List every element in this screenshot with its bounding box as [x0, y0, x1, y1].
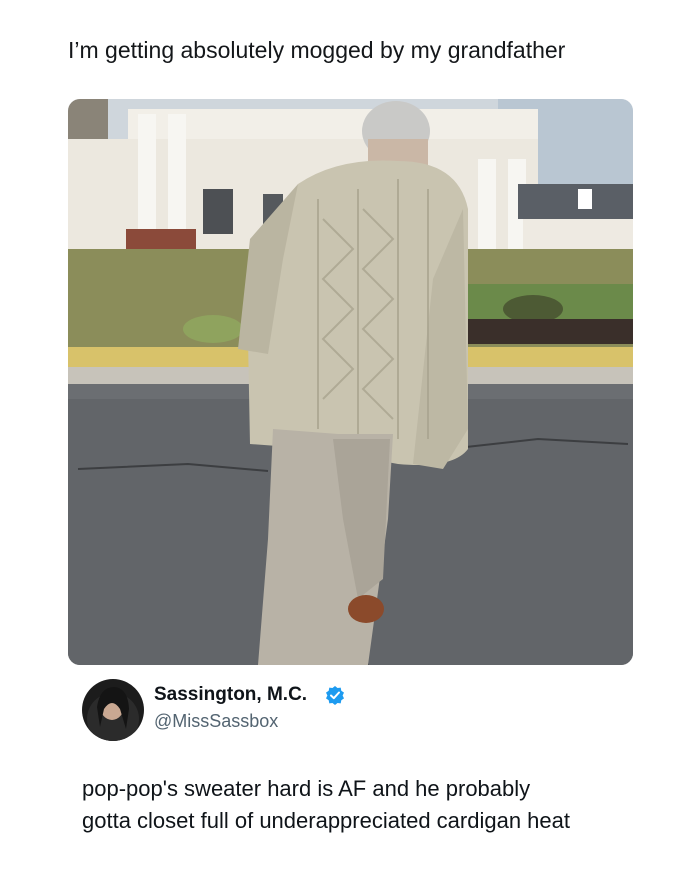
post-headline: I’m getting absolutely mogged by my gran… [68, 37, 566, 63]
photo-image [68, 99, 633, 665]
author-avatar[interactable] [82, 679, 144, 741]
tweet-text-line-1: pop-pop's sweater hard is AF and he prob… [82, 776, 531, 801]
post-photo[interactable] [68, 99, 633, 665]
author-handle[interactable]: @MissSassbox [154, 711, 278, 732]
tweet-text-line-2: gotta closet full of underappreciated ca… [82, 808, 570, 833]
tweet-author: Sassington, M.C. @MissSassbox [82, 679, 602, 741]
verified-badge-icon [326, 686, 344, 705]
author-display-name[interactable]: Sassington, M.C. [154, 684, 307, 706]
avatar-image [82, 679, 144, 741]
tweet-text: pop-pop's sweater hard is AF and he prob… [82, 773, 642, 837]
